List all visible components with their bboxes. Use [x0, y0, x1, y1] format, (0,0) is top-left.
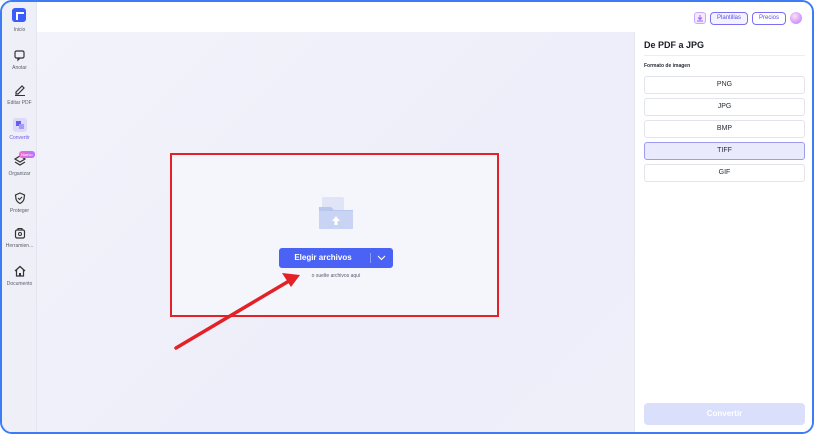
top-bar: Plantillas Precios — [37, 2, 812, 32]
sidebar-item-herramientas[interactable]: Herramien... — [2, 226, 37, 249]
sidebar-item-organizar[interactable]: Nuevo Organizar — [2, 151, 37, 177]
format-option-tiff[interactable]: TIFF — [644, 142, 805, 160]
sidebar-item-inicio[interactable]: Inicio — [2, 24, 37, 33]
house-icon — [13, 264, 27, 278]
pricing-button[interactable]: Precios — [752, 12, 787, 25]
annotate-icon — [13, 48, 27, 62]
sidebar: Inicio Anotar Editar PDF Convertir Nuevo — [2, 2, 37, 432]
convert-button[interactable]: Convertir — [644, 403, 805, 425]
chevron-down-icon[interactable] — [377, 254, 386, 262]
format-option-png[interactable]: PNG — [644, 76, 805, 94]
app-window: Inicio Anotar Editar PDF Convertir Nuevo — [0, 0, 814, 434]
sidebar-item-label: Convertir — [9, 135, 30, 141]
sidebar-item-label: Documento — [6, 281, 33, 287]
divider — [644, 55, 805, 56]
sidebar-item-proteger[interactable]: Proteger — [2, 191, 37, 214]
sidebar-item-label: Inicio — [13, 27, 26, 33]
sidebar-item-label: Proteger — [9, 208, 30, 214]
format-option-jpg[interactable]: JPG — [644, 98, 805, 116]
button-divider — [370, 253, 371, 263]
download-icon[interactable] — [694, 12, 706, 24]
sidebar-item-label: Anotar — [12, 65, 27, 71]
choose-files-button[interactable]: Elegir archivos — [279, 248, 393, 268]
sidebar-item-label: Herramien... — [5, 243, 34, 249]
conversion-panel: De PDF a JPG Formato de imagen PNG JPG B… — [634, 32, 812, 432]
templates-button[interactable]: Plantillas — [710, 12, 749, 25]
format-option-bmp[interactable]: BMP — [644, 120, 805, 138]
panel-title: De PDF a JPG — [644, 40, 705, 50]
sidebar-item-anotar[interactable]: Anotar — [2, 48, 37, 71]
sidebar-item-editar-pdf[interactable]: Editar PDF — [2, 83, 37, 106]
app-logo-icon[interactable] — [12, 8, 26, 22]
new-badge: Nuevo — [19, 151, 35, 158]
convert-icon — [12, 118, 27, 132]
sidebar-item-label: Organizar — [8, 171, 31, 177]
edit-icon — [13, 83, 27, 97]
sidebar-item-convertir[interactable]: Convertir — [2, 118, 37, 141]
toolbox-icon — [13, 226, 27, 240]
drop-hint: o suelte archivos aquí — [311, 273, 361, 279]
sidebar-item-documento[interactable]: Documento — [2, 264, 37, 287]
file-dropzone[interactable]: Elegir archivos o suelte archivos aquí — [170, 153, 499, 317]
avatar[interactable] — [790, 12, 802, 24]
shield-icon — [13, 191, 27, 205]
sidebar-item-label: Editar PDF — [7, 100, 32, 106]
choose-files-label: Elegir archivos — [294, 253, 352, 262]
folder-upload-icon — [319, 197, 353, 229]
format-label: Formato de imagen — [644, 63, 691, 69]
main-canvas: Elegir archivos o suelte archivos aquí — [37, 32, 634, 432]
format-option-gif[interactable]: GIF — [644, 164, 805, 182]
